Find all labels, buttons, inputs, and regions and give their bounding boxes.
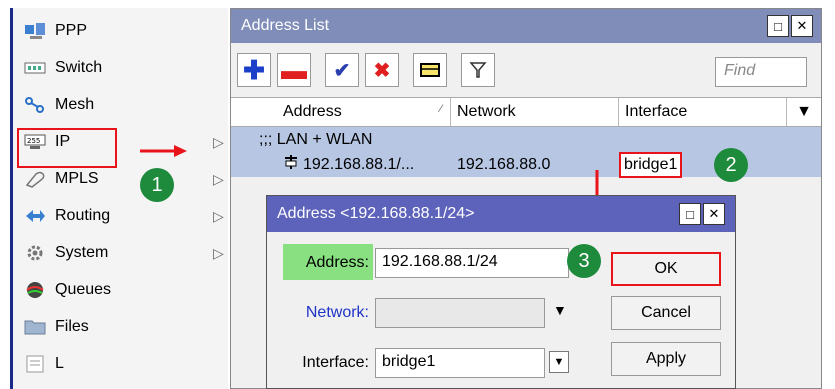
cell-address: 192.168.88.1/... xyxy=(231,154,451,175)
window-title-bar: Address List □ ✕ xyxy=(231,9,821,43)
interface-label: Interface: xyxy=(302,354,369,371)
step-badge-1: 1 xyxy=(140,168,174,202)
address-label: Address: xyxy=(305,254,369,271)
dropdown-arrow-icon: ▼ xyxy=(553,356,565,368)
address-value: 192.168.88.1/... xyxy=(303,155,415,173)
gear-icon xyxy=(23,244,47,262)
comment-button[interactable] xyxy=(413,53,447,87)
sidebar-item-routing[interactable]: Routing ▷ xyxy=(23,199,224,233)
table-header: Address ⁄ Network Interface ▼ xyxy=(231,97,821,127)
sidebar-item-files[interactable]: Files xyxy=(23,310,223,344)
column-dropdown-button[interactable]: ▼ xyxy=(787,98,821,126)
log-icon xyxy=(23,355,47,373)
mesh-icon xyxy=(23,96,47,114)
mpls-icon xyxy=(23,170,47,188)
plus-icon: ✚ xyxy=(243,54,265,85)
cell-interface: bridge1 xyxy=(619,151,699,178)
red-arrow-icon xyxy=(140,145,187,157)
remove-button[interactable]: ▬ xyxy=(277,53,311,87)
step-badge-2: 2 xyxy=(714,148,748,182)
column-label: Address xyxy=(283,103,342,120)
submenu-arrow-icon: ▷ xyxy=(213,133,224,150)
group-label: ;;; LAN + WLAN xyxy=(259,130,373,148)
queues-icon xyxy=(23,281,47,299)
column-header-interface[interactable]: Interface xyxy=(619,98,787,126)
dialog-maximize-button[interactable]: □ xyxy=(679,203,701,225)
comment-icon xyxy=(420,63,440,77)
submenu-arrow-icon: ▷ xyxy=(213,207,224,224)
dialog-title-bar: Address <192.168.88.1/24> □ ✕ xyxy=(267,196,735,232)
sidebar-item-label: Switch xyxy=(55,59,103,76)
close-button[interactable]: ✕ xyxy=(791,15,813,37)
sort-icon: ⁄ xyxy=(440,103,442,115)
folder-icon xyxy=(23,318,47,336)
interface-dropdown-button[interactable]: ▼ xyxy=(549,351,569,373)
step-badge-3: 3 xyxy=(567,244,601,278)
dropdown-arrow-icon: ▼ xyxy=(796,103,812,120)
column-header-network[interactable]: Network xyxy=(451,98,619,126)
sidebar-item-log[interactable]: L xyxy=(23,347,223,381)
sidebar-item-label: MPLS xyxy=(55,170,99,187)
sidebar-item-label: Queues xyxy=(55,281,112,298)
window-title: Address List xyxy=(241,17,330,34)
ok-button[interactable]: OK xyxy=(611,252,721,286)
add-button[interactable]: ✚ xyxy=(237,53,271,87)
sidebar-item-label: Files xyxy=(55,318,89,335)
ip-highlight-box xyxy=(17,128,117,168)
network-label: Network: xyxy=(305,304,369,321)
sidebar-item-label: Mesh xyxy=(55,96,95,113)
toolbar: ✚ ▬ ✔ ✖ Find xyxy=(231,43,821,97)
switch-icon xyxy=(23,59,47,77)
sidebar-item-queues[interactable]: Queues xyxy=(23,273,223,307)
routing-icon xyxy=(23,207,47,225)
interface-select[interactable]: bridge1 xyxy=(375,348,545,378)
sidebar-item-switch[interactable]: Switch xyxy=(23,51,223,85)
address-entry-icon xyxy=(283,154,299,175)
sidebar-item-ppp[interactable]: PPP xyxy=(23,14,223,48)
filter-icon xyxy=(469,62,487,78)
filter-button[interactable] xyxy=(461,53,495,87)
minus-icon: ▬ xyxy=(281,54,307,85)
sidebar-item-label: L xyxy=(55,355,64,372)
column-label: Interface xyxy=(625,103,688,120)
column-label: Network xyxy=(457,103,516,120)
network-input[interactable] xyxy=(375,298,545,328)
interface-value: bridge1 xyxy=(619,151,683,178)
sidebar-item-label: System xyxy=(55,244,109,261)
maximize-button[interactable]: □ xyxy=(767,15,789,37)
sidebar-menu: PPP Switch Mesh 255 IP ▷ MPLS ▷ Routing … xyxy=(10,8,228,389)
sidebar-item-label: Routing xyxy=(55,207,111,224)
checkmark-icon: ✔ xyxy=(333,59,351,82)
ppp-icon xyxy=(23,22,47,40)
disable-button[interactable]: ✖ xyxy=(365,53,399,87)
dialog-close-button[interactable]: ✕ xyxy=(703,203,725,225)
sidebar-item-system[interactable]: System ▷ xyxy=(23,236,224,270)
sidebar-item-mesh[interactable]: Mesh xyxy=(23,88,223,122)
address-input[interactable]: 192.168.88.1/24 xyxy=(375,248,569,278)
submenu-arrow-icon: ▷ xyxy=(213,170,224,187)
enable-button[interactable]: ✔ xyxy=(325,53,359,87)
apply-button[interactable]: Apply xyxy=(611,342,721,376)
submenu-arrow-icon: ▷ xyxy=(213,244,224,261)
network-dropdown-icon[interactable]: ▼ xyxy=(553,302,567,318)
dialog-title: Address <192.168.88.1/24> xyxy=(277,205,475,222)
cancel-button[interactable]: Cancel xyxy=(611,296,721,330)
address-dialog: Address <192.168.88.1/24> □ ✕ Address: 1… xyxy=(266,195,736,389)
x-icon: ✖ xyxy=(373,59,391,82)
find-input[interactable]: Find xyxy=(715,57,807,87)
sidebar-item-label: PPP xyxy=(55,22,88,39)
column-header-address[interactable]: Address ⁄ xyxy=(231,98,451,126)
